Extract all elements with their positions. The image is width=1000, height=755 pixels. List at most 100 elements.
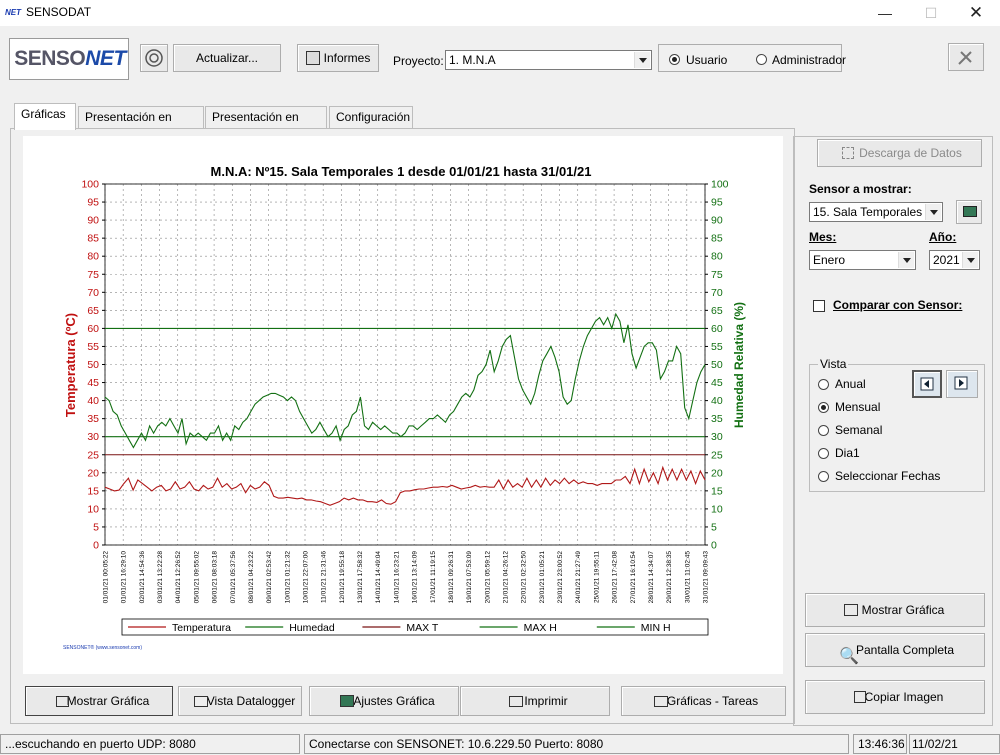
- sensor-label: Sensor a mostrar:: [809, 182, 912, 196]
- view-label-dia: Dia1: [835, 446, 860, 460]
- tab-presentacion-tabla[interactable]: Presentación en Tabla: [205, 106, 327, 145]
- x-tick-label-16: 14/01/21 16:23:21: [393, 551, 400, 604]
- y-tick-right-14: 70: [711, 287, 723, 299]
- x-tick-label-5: 05/01/21 09:55:02: [193, 551, 200, 604]
- view-label: Vista: [818, 357, 849, 371]
- y-tick-left-9: 45: [87, 377, 99, 389]
- update-button[interactable]: Actualizar...: [173, 44, 281, 72]
- app-icon: NET: [4, 6, 22, 20]
- project-select[interactable]: 1. M.N.A: [445, 50, 652, 70]
- y-tick-left-10: 50: [87, 359, 99, 371]
- status-udp: ...escuchando en puerto UDP: 8080: [0, 734, 300, 754]
- chevron-down-icon: [898, 252, 914, 268]
- sensor-select[interactable]: 15. Sala Temporales 1: [809, 202, 943, 222]
- y-tick-left-1: 5: [93, 521, 99, 533]
- datalogger-view-button[interactable]: Vista Datalogger: [178, 686, 302, 716]
- copy-icon: [854, 691, 866, 703]
- series-line-humedad: [104, 312, 706, 449]
- window-title: SENSODAT: [26, 5, 92, 19]
- x-tick-label-33: 31/01/21 09:09:43: [703, 551, 710, 604]
- x-tick-label-17: 16/01/21 13:14:09: [412, 551, 419, 604]
- fullscreen-button[interactable]: 🔍 Pantalla Completa: [805, 633, 985, 667]
- view-radio-mensual[interactable]: [818, 402, 829, 413]
- y-tick-left-2: 10: [87, 503, 99, 515]
- x-tick-label-13: 12/01/21 19:55:18: [339, 551, 346, 604]
- x-tick-label-21: 20/01/21 05:59:12: [484, 551, 491, 604]
- download-label: Descarga de Datos: [859, 146, 962, 160]
- chart-settings-button[interactable]: Ajustes Gráfica: [309, 686, 459, 716]
- copy-image-button[interactable]: Copiar Imagen: [805, 680, 985, 714]
- view-radio-fechas[interactable]: [818, 471, 829, 482]
- y-tick-right-4: 20: [711, 467, 723, 479]
- project-label: Proyecto:: [393, 54, 444, 68]
- status-time: 13:46:36: [853, 734, 907, 754]
- user-radio[interactable]: [669, 54, 680, 65]
- tab-graficas[interactable]: Gráficas: [14, 103, 76, 130]
- y-tick-right-8: 40: [711, 395, 723, 407]
- admin-radio[interactable]: [756, 54, 767, 65]
- view-radio-dia[interactable]: [818, 448, 829, 459]
- x-tick-label-25: 23/01/21 23:00:52: [557, 551, 564, 604]
- bottom-show-chart-button[interactable]: Mostrar Gráfica: [25, 686, 173, 716]
- x-tick-label-14: 13/01/21 17:58:32: [357, 551, 364, 604]
- y-tick-left-3: 15: [87, 485, 99, 497]
- chart-tasks-button[interactable]: Gráficas - Tareas: [621, 686, 786, 716]
- y-tick-right-9: 45: [711, 377, 723, 389]
- next-period-button[interactable]: [946, 370, 978, 398]
- print-button[interactable]: Imprimir: [460, 686, 610, 716]
- x-tick-label-28: 26/01/21 17:42:08: [612, 551, 619, 604]
- x-tick-label-26: 24/01/21 21:27:49: [575, 551, 582, 604]
- y-tick-right-18: 90: [711, 215, 723, 227]
- y-axis-right-label: Humedad Relativa (%): [732, 302, 746, 428]
- chart-svg: M.N.A: Nº15. Sala Temporales 1 desde 01/…: [63, 164, 746, 651]
- y-axis-left-label: Temperatura (ºC): [63, 313, 78, 417]
- sensor-button[interactable]: [140, 44, 168, 72]
- y-tick-right-5: 25: [711, 449, 723, 461]
- x-tick-label-19: 18/01/21 09:26:31: [448, 551, 455, 604]
- admin-label: Administrador: [772, 53, 847, 67]
- compare-label: Comparar con Sensor:: [833, 298, 963, 312]
- project-value: 1. M.N.A: [449, 53, 496, 67]
- chart-settings-label: Ajustes Gráfica: [353, 694, 435, 708]
- print-label: Imprimir: [524, 694, 568, 708]
- y-tick-left-18: 90: [87, 215, 99, 227]
- y-tick-right-13: 65: [711, 305, 723, 317]
- previous-period-button[interactable]: [912, 370, 942, 398]
- maximize-button[interactable]: ☐: [908, 0, 954, 26]
- chart-footer: SENSONET® (www.sensonet.com): [63, 644, 142, 651]
- y-tick-left-17: 85: [87, 233, 99, 245]
- y-tick-left-4: 20: [87, 467, 99, 479]
- y-tick-right-12: 60: [711, 323, 723, 335]
- show-chart-label: Mostrar Gráfica: [861, 603, 945, 617]
- minimize-button[interactable]: —: [862, 0, 908, 26]
- year-value: 2021: [933, 253, 960, 267]
- target-icon: [145, 49, 163, 67]
- month-label: Mes:: [809, 230, 837, 244]
- reports-button[interactable]: Informes: [297, 44, 379, 72]
- compare-checkbox[interactable]: [813, 300, 825, 312]
- show-chart-button[interactable]: Mostrar Gráfica: [805, 593, 985, 627]
- tools-button[interactable]: [948, 43, 984, 71]
- download-data-button[interactable]: Descarga de Datos: [817, 139, 982, 167]
- tab-presentacion-planta[interactable]: Presentación en Planta: [78, 106, 204, 145]
- x-tick-label-0: 01/01/21 00:05:22: [103, 551, 110, 604]
- year-select[interactable]: 2021: [929, 250, 980, 270]
- x-tick-label-27: 25/01/21 19:55:11: [593, 551, 600, 603]
- view-radio-semanal[interactable]: [818, 425, 829, 436]
- tools-icon: [958, 51, 972, 65]
- y-tick-right-19: 95: [711, 197, 723, 209]
- chevron-down-icon: [634, 52, 650, 68]
- sensor-monitor-button[interactable]: [956, 200, 982, 224]
- view-label-fechas: Seleccionar Fechas: [835, 469, 941, 483]
- month-select[interactable]: Enero: [809, 250, 916, 270]
- month-value: Enero: [813, 253, 846, 267]
- view-radio-anual[interactable]: [818, 379, 829, 390]
- y-tick-right-6: 30: [711, 431, 723, 443]
- y-tick-left-6: 30: [87, 431, 99, 443]
- tab-configuracion[interactable]: Configuración: [329, 106, 413, 128]
- x-tick-label-23: 22/01/21 02:32:50: [521, 551, 528, 604]
- view-label-semanal: Semanal: [835, 423, 883, 437]
- x-tick-label-4: 04/01/21 12:26:52: [175, 551, 182, 604]
- legend-label-1: Humedad: [289, 622, 335, 634]
- close-button[interactable]: ✕: [953, 0, 999, 26]
